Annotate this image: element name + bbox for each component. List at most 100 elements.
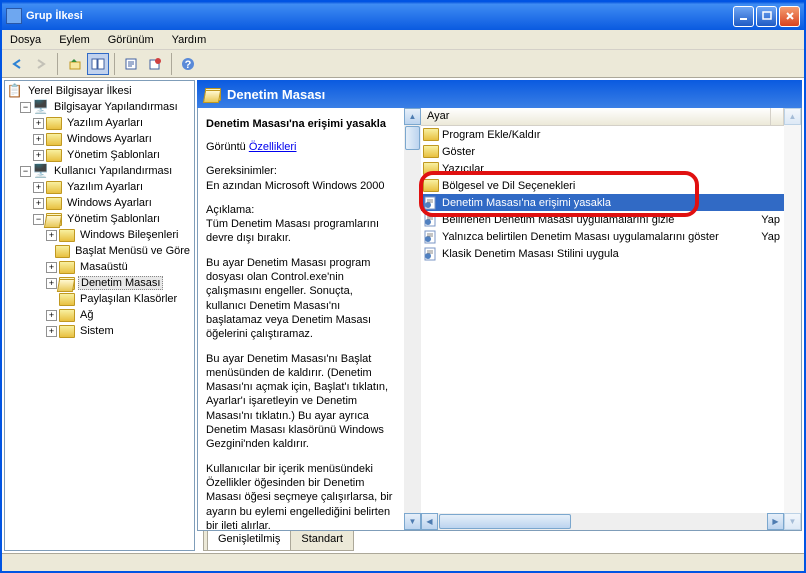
menu-file[interactable]: Dosya bbox=[10, 34, 41, 46]
tree-pane[interactable]: 📋Yerel Bilgisayar İlkesi −🖥️Bilgisayar Y… bbox=[4, 80, 195, 551]
list-item[interactable]: Göster bbox=[421, 143, 784, 160]
console-tree-button[interactable] bbox=[87, 53, 109, 75]
list-item[interactable]: Klasik Denetim Masası Stilini uygula bbox=[421, 245, 784, 262]
list-item[interactable]: Belirlenen Denetim Masası uygulamalarını… bbox=[421, 211, 784, 228]
scroll-up-icon[interactable]: ▲ bbox=[404, 108, 421, 125]
expand-icon[interactable]: + bbox=[33, 150, 44, 161]
tree-item[interactable]: +Yazılım Ayarları bbox=[7, 115, 192, 131]
scroll-right-icon[interactable]: ▶ bbox=[767, 513, 784, 530]
config-icon: 🖥️ bbox=[33, 163, 49, 179]
folder-icon bbox=[46, 149, 62, 162]
help-button[interactable]: ? bbox=[177, 53, 199, 75]
tree-item[interactable]: −🖥️Kullanıcı Yapılandırması bbox=[7, 163, 192, 179]
policy-icon bbox=[423, 230, 439, 244]
tree-item[interactable]: +Windows Bileşenleri bbox=[7, 227, 192, 243]
folder-open-icon bbox=[59, 277, 75, 290]
menubar: Dosya Eylem Görünüm Yardım bbox=[2, 30, 804, 50]
folder-icon bbox=[423, 128, 439, 141]
titlebar[interactable]: Grup İlkesi bbox=[2, 2, 804, 30]
list-pane: Ayar Program Ekle/KaldırGösterYazıcılarB… bbox=[421, 108, 784, 530]
list-vscrollbar[interactable]: ▲▼ bbox=[784, 108, 801, 530]
expand-icon[interactable]: + bbox=[46, 278, 57, 289]
folder-icon bbox=[423, 162, 439, 175]
policy-icon: 📋 bbox=[7, 83, 23, 99]
properties-button[interactable] bbox=[120, 53, 142, 75]
tree-item[interactable]: +Windows Ayarları bbox=[7, 195, 192, 211]
policy-icon bbox=[423, 247, 439, 261]
tabstrip: Genişletilmiş Standart bbox=[197, 531, 802, 551]
scroll-left-icon[interactable]: ◀ bbox=[421, 513, 438, 530]
main-header: Denetim Masası bbox=[197, 80, 802, 108]
toolbar: ? bbox=[2, 50, 804, 78]
folder-icon bbox=[59, 229, 75, 242]
list-item[interactable]: Program Ekle/Kaldır bbox=[421, 126, 784, 143]
policy-icon bbox=[423, 196, 439, 210]
list-item[interactable]: Denetim Masası'na erişimi yasakla bbox=[421, 194, 784, 211]
tab-standard[interactable]: Standart bbox=[290, 531, 354, 551]
folder-icon bbox=[59, 309, 75, 322]
tree-item[interactable]: +Windows Ayarları bbox=[7, 131, 192, 147]
expand-icon[interactable]: + bbox=[46, 230, 57, 241]
expand-icon[interactable]: + bbox=[33, 118, 44, 129]
window-title: Grup İlkesi bbox=[26, 10, 83, 22]
expand-icon[interactable]: + bbox=[33, 198, 44, 209]
expand-icon[interactable]: + bbox=[46, 262, 57, 273]
expand-icon[interactable]: + bbox=[46, 326, 57, 337]
up-button[interactable] bbox=[63, 53, 85, 75]
folder-open-icon bbox=[46, 213, 62, 226]
tree-item[interactable]: +Yazılım Ayarları bbox=[7, 179, 192, 195]
list-hscrollbar[interactable]: ◀▶ bbox=[421, 513, 784, 530]
expand-icon[interactable]: − bbox=[20, 166, 31, 177]
list-item[interactable]: Yazıcılar bbox=[421, 160, 784, 177]
folder-icon bbox=[59, 293, 75, 306]
tree-root[interactable]: 📋Yerel Bilgisayar İlkesi bbox=[7, 83, 192, 99]
folder-icon bbox=[46, 181, 62, 194]
menu-help[interactable]: Yardım bbox=[172, 34, 207, 46]
forward-button[interactable] bbox=[30, 53, 52, 75]
folder-icon bbox=[59, 325, 75, 338]
tree-item[interactable]: +Ağ bbox=[7, 307, 192, 323]
folder-icon bbox=[55, 245, 70, 258]
tree-item[interactable]: +Denetim Masası bbox=[7, 275, 192, 291]
tree-item[interactable]: Başlat Menüsü ve Göre bbox=[7, 243, 192, 259]
minimize-button[interactable] bbox=[733, 6, 754, 27]
tree-item[interactable]: +Yönetim Şablonları bbox=[7, 147, 192, 163]
folder-icon bbox=[46, 197, 62, 210]
back-button[interactable] bbox=[6, 53, 28, 75]
tab-extended[interactable]: Genişletilmiş bbox=[207, 531, 291, 551]
list-item[interactable]: Bölgesel ve Dil Seçenekleri bbox=[421, 177, 784, 194]
tree-item[interactable]: Paylaşılan Klasörler bbox=[7, 291, 192, 307]
properties-link[interactable]: Özellikleri bbox=[249, 141, 297, 153]
folder-icon bbox=[46, 117, 62, 130]
expand-icon[interactable]: + bbox=[46, 310, 57, 321]
desc-scrollbar[interactable]: ▲▼ bbox=[404, 108, 421, 530]
statusbar bbox=[2, 553, 804, 571]
list-header[interactable]: Ayar bbox=[421, 108, 784, 126]
app-icon bbox=[6, 8, 22, 24]
col-2[interactable] bbox=[771, 108, 784, 125]
tree-item[interactable]: −🖥️Bilgisayar Yapılandırması bbox=[7, 99, 192, 115]
svg-text:?: ? bbox=[185, 59, 192, 71]
policy-icon bbox=[423, 213, 439, 227]
description-pane: Denetim Masası'na erişimi yasakla Görünt… bbox=[198, 108, 404, 530]
expand-icon[interactable]: + bbox=[33, 182, 44, 193]
main-title: Denetim Masası bbox=[227, 87, 325, 102]
expand-icon[interactable]: − bbox=[33, 214, 44, 225]
tree-item[interactable]: −Yönetim Şablonları bbox=[7, 211, 192, 227]
tree-item[interactable]: +Sistem bbox=[7, 323, 192, 339]
folder-icon bbox=[423, 179, 439, 192]
close-button[interactable] bbox=[779, 6, 800, 27]
config-icon: 🖥️ bbox=[33, 99, 49, 115]
menu-view[interactable]: Görünüm bbox=[108, 34, 154, 46]
scroll-down-icon[interactable]: ▼ bbox=[404, 513, 421, 530]
folder-icon bbox=[59, 261, 75, 274]
maximize-button[interactable] bbox=[756, 6, 777, 27]
tree-item[interactable]: +Masaüstü bbox=[7, 259, 192, 275]
expand-icon[interactable]: + bbox=[33, 134, 44, 145]
expand-icon[interactable]: − bbox=[20, 102, 31, 113]
menu-action[interactable]: Eylem bbox=[59, 34, 90, 46]
list-item[interactable]: Yalnızca belirtilen Denetim Masası uygul… bbox=[421, 228, 784, 245]
export-button[interactable] bbox=[144, 53, 166, 75]
col-ayar[interactable]: Ayar bbox=[421, 108, 771, 125]
folder-icon bbox=[46, 133, 62, 146]
